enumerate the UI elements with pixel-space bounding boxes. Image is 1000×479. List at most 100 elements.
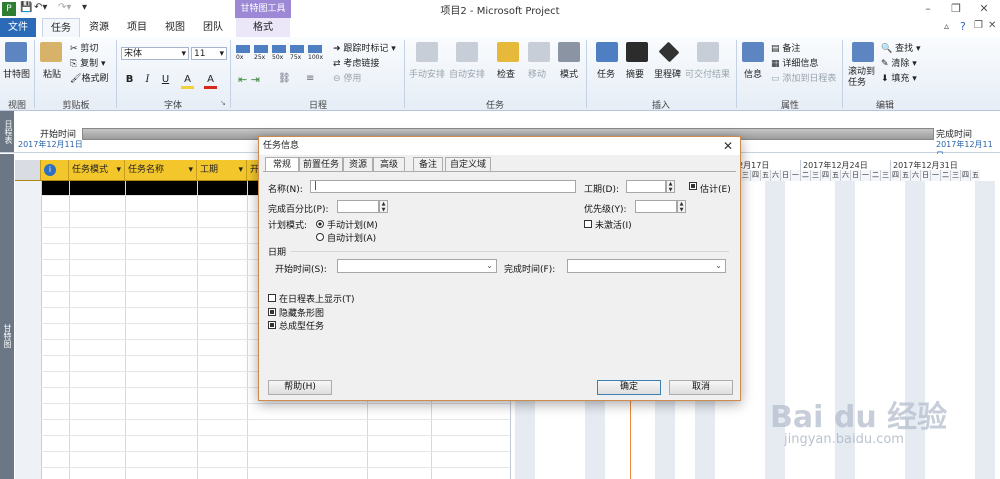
progress-25-icon[interactable] (254, 45, 268, 53)
move-button[interactable]: 移动 (528, 67, 546, 80)
deliverable-icon[interactable] (697, 42, 719, 62)
notes-button[interactable]: ▤ 备注 (771, 41, 800, 54)
tab-task[interactable]: 任务 (42, 18, 80, 38)
tab-file[interactable]: 文件 (0, 18, 36, 37)
restore-doc-icon[interactable]: ❐ (974, 20, 983, 31)
restore-icon[interactable]: ❐ (942, 0, 970, 18)
milestone-icon[interactable] (658, 41, 680, 63)
tab-custom-fields[interactable]: 自定义域 (445, 157, 491, 171)
column-task-mode[interactable]: 任务模式 ▾ (69, 160, 125, 180)
tab-resources[interactable]: 资源 (343, 157, 373, 171)
tab-notes[interactable]: 备注 (413, 157, 443, 171)
tab-format[interactable]: 格式 (236, 18, 290, 37)
progress-100-icon[interactable] (308, 45, 322, 53)
percent-complete-input[interactable] (337, 200, 379, 213)
mode-icon[interactable] (558, 42, 580, 62)
task-icon[interactable] (596, 42, 618, 62)
clear-button[interactable]: ✎ 清除 ▾ (881, 56, 917, 69)
help-icon[interactable]: ? (960, 20, 966, 33)
tab-project[interactable]: 项目 (122, 18, 152, 37)
insert-task-button[interactable]: 任务 (597, 67, 615, 80)
gantt-chart-button[interactable]: 甘特图 (3, 67, 30, 80)
manual-schedule-radio[interactable] (316, 220, 324, 228)
progress-0-icon[interactable] (236, 45, 250, 53)
fill-button[interactable]: ⬇ 填充 ▾ (881, 71, 917, 84)
deliverable-button[interactable]: 可交付结果 (685, 67, 730, 80)
help-button[interactable]: 帮助(H) (268, 380, 332, 395)
start-date-picker[interactable]: ⌄ (337, 259, 497, 273)
font-name-combo[interactable]: 宋体 ▾ (121, 47, 189, 60)
auto-schedule-icon[interactable] (456, 42, 478, 62)
scroll-to-task-button[interactable]: 滚动到任务 (848, 67, 878, 89)
copy-button[interactable]: ⎘ 复制 ▾ (70, 56, 105, 69)
hide-bar-checkbox[interactable] (268, 308, 276, 316)
select-all-corner[interactable] (15, 160, 41, 180)
estimated-checkbox[interactable] (689, 182, 697, 190)
add-to-timeline-button[interactable]: ▭ 添加到日程表 (771, 71, 836, 84)
minimize-icon[interactable]: – (914, 0, 942, 18)
inspect-button[interactable]: 检查 (497, 67, 515, 80)
paste-button[interactable]: 粘贴 (43, 67, 61, 80)
duration-input[interactable] (626, 180, 666, 193)
manual-schedule-button[interactable]: 手动安排 (409, 67, 445, 80)
column-duration[interactable]: 工期 ▾ (197, 160, 247, 180)
move-icon[interactable] (528, 42, 550, 62)
inactivate-button[interactable]: ⊖ 停用 (333, 71, 361, 84)
inspect-icon[interactable] (497, 42, 519, 62)
rollup-checkbox[interactable] (268, 321, 276, 329)
duration-spinner[interactable]: ▲ ▼ (666, 180, 675, 193)
information-icon[interactable] (742, 42, 764, 62)
tab-resource[interactable]: 资源 (84, 18, 114, 37)
cut-button[interactable]: ✂ 剪切 (70, 41, 98, 54)
underline-button[interactable]: U (159, 73, 172, 86)
dialog-launcher-icon[interactable]: ↘ (220, 99, 226, 107)
format-painter-button[interactable]: 🖌格式刷 (70, 71, 108, 84)
paste-icon[interactable] (40, 42, 62, 62)
tab-view[interactable]: 视图 (160, 18, 190, 37)
dialog-close-icon[interactable]: ✕ (718, 137, 738, 155)
summary-button[interactable]: 摘要 (626, 67, 644, 80)
tab-team[interactable]: 团队 (198, 18, 228, 37)
minimize-ribbon-icon[interactable]: ▵ (944, 21, 949, 32)
split-task-icon[interactable]: ≡ (306, 73, 314, 84)
bold-button[interactable]: B (123, 73, 136, 86)
indent-arrows-icon[interactable]: ⇤ ⇥ (238, 73, 260, 86)
cancel-button[interactable]: 取消 (669, 380, 733, 395)
italic-button[interactable]: I (141, 73, 154, 86)
tab-advanced[interactable]: 高级 (373, 157, 405, 171)
milestone-button[interactable]: 里程碑 (654, 67, 681, 80)
information-button[interactable]: 信息 (744, 67, 762, 80)
font-size-combo[interactable]: 11 ▾ (191, 47, 227, 60)
close-window-icon[interactable]: ✕ (970, 0, 998, 18)
ok-button[interactable]: 确定 (597, 380, 661, 395)
details-label: 详细信息 (782, 59, 819, 69)
close-doc-icon[interactable]: ✕ (988, 20, 996, 31)
scroll-to-task-icon[interactable] (852, 42, 874, 62)
tab-predecessors[interactable]: 前置任务 (299, 157, 343, 171)
finish-date-picker[interactable]: ⌄ (567, 259, 726, 273)
indicators-column[interactable]: i (41, 160, 69, 180)
fill-color-button[interactable]: A (181, 73, 194, 89)
mode-button[interactable]: 模式 (560, 67, 578, 80)
priority-input[interactable] (635, 200, 677, 213)
gantt-chart-icon[interactable] (5, 42, 27, 62)
tab-general[interactable]: 常规 (265, 157, 299, 172)
percent-complete-spinner[interactable]: ▲ ▼ (379, 200, 388, 213)
font-color-button[interactable]: A (204, 73, 217, 89)
column-task-name[interactable]: 任务名称 ▾ (125, 160, 197, 180)
respect-links-button[interactable]: ⇄ 考虑链接 (333, 56, 379, 69)
auto-schedule-radio[interactable] (316, 233, 324, 241)
link-tasks-icon[interactable]: ⛓ (278, 73, 291, 84)
auto-schedule-button[interactable]: 自动安排 (449, 67, 485, 80)
find-button[interactable]: 🔍 查找 ▾ (881, 41, 921, 54)
progress-75-icon[interactable] (290, 45, 304, 53)
pushpin-icon[interactable] (416, 42, 438, 62)
track-button[interactable]: ➜ 跟踪时标记 ▾ (333, 41, 396, 54)
priority-spinner[interactable]: ▲ ▼ (677, 200, 686, 213)
show-on-timeline-checkbox[interactable] (268, 294, 276, 302)
progress-50-icon[interactable] (272, 45, 286, 53)
inactive-checkbox[interactable] (584, 220, 592, 228)
details-button[interactable]: ▦ 详细信息 (771, 56, 818, 69)
name-input[interactable]: | (310, 180, 576, 193)
summary-icon[interactable] (626, 42, 648, 62)
